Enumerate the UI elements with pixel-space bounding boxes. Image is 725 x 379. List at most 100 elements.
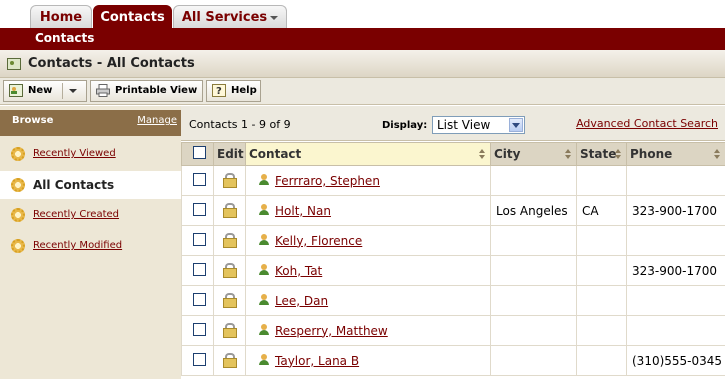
lock-icon[interactable] <box>223 202 237 218</box>
browse-label: Browse <box>12 115 54 126</box>
lock-icon[interactable] <box>223 292 237 308</box>
state-cell <box>576 285 627 316</box>
row-checkbox[interactable] <box>193 262 206 276</box>
contact-link[interactable]: Lee, Dan <box>275 294 328 308</box>
contact-link[interactable]: Ferrraro, Stephen <box>275 174 380 188</box>
record-count: Contacts 1 - 9 of 9 <box>189 118 291 131</box>
new-button-label: New <box>28 85 53 96</box>
select-all-checkbox[interactable] <box>193 146 206 159</box>
new-button[interactable]: New <box>3 80 87 102</box>
column-header-state[interactable]: State <box>576 142 627 166</box>
sidebar-item-recently-viewed[interactable]: Recently Viewed <box>0 140 181 168</box>
edit-cell <box>213 165 246 196</box>
select-all-header <box>181 142 214 166</box>
lock-icon[interactable] <box>223 322 237 338</box>
lock-icon[interactable] <box>223 172 237 188</box>
phone-cell: 323-900-1700 <box>626 195 725 226</box>
person-icon <box>259 203 269 216</box>
sidebar-header: Browse Manage <box>0 110 181 136</box>
sidebar: Browse Manage Recently Viewed All Contac… <box>0 106 181 379</box>
sub-navigation: Contacts <box>0 28 725 50</box>
city-cell <box>490 255 577 286</box>
view-select[interactable]: List View <box>432 116 525 134</box>
lock-icon[interactable] <box>223 232 237 248</box>
person-icon <box>259 233 269 246</box>
column-header-edit: Edit <box>213 142 246 166</box>
person-icon <box>259 353 269 366</box>
tab-contacts[interactable]: Contacts <box>93 5 172 28</box>
sort-icon <box>479 149 486 160</box>
manage-link[interactable]: Manage <box>137 115 177 126</box>
table-row: Holt, Nan Los Angeles CA 323-900-1700 <box>181 195 725 226</box>
row-checkbox[interactable] <box>193 202 206 216</box>
phone-cell: 323-900-1700 <box>626 255 725 286</box>
gear-icon <box>11 178 25 192</box>
tab-home-label: Home <box>39 10 83 25</box>
table-header-row: Edit Contact City State Phone <box>181 142 725 166</box>
edit-cell <box>213 255 246 286</box>
column-header-city[interactable]: City <box>490 142 577 166</box>
tab-home[interactable]: Home <box>30 5 92 28</box>
contact-link[interactable]: Koh, Tat <box>275 264 322 278</box>
row-checkbox[interactable] <box>193 172 206 186</box>
phone-cell <box>626 285 725 316</box>
gear-icon <box>11 147 25 161</box>
column-header-contact[interactable]: Contact <box>245 142 491 166</box>
sort-icon <box>565 149 572 160</box>
sidebar-item-label: Recently Modified <box>33 240 123 251</box>
sort-icon <box>615 149 622 160</box>
row-checkbox[interactable] <box>193 322 206 336</box>
lock-icon[interactable] <box>223 262 237 278</box>
sidebar-item-all-contacts[interactable]: All Contacts <box>0 171 181 199</box>
new-contact-icon <box>9 84 23 97</box>
contact-link[interactable]: Taylor, Lana B <box>275 354 359 368</box>
contacts-table: Edit Contact City State Phone Ferrraro, … <box>181 142 725 376</box>
tab-all-services[interactable]: All Services <box>173 5 287 28</box>
contact-link[interactable]: Resperry, Matthew <box>275 324 388 338</box>
row-checkbox[interactable] <box>193 352 206 366</box>
advanced-contact-search-link[interactable]: Advanced Contact Search <box>576 117 718 130</box>
contact-link[interactable]: Kelly, Florence <box>275 234 362 248</box>
tab-contacts-label: Contacts <box>100 10 165 25</box>
row-checkbox[interactable] <box>193 232 206 246</box>
state-cell <box>576 165 627 196</box>
display-label: Display: <box>382 120 428 131</box>
gear-icon <box>11 239 25 253</box>
state-cell <box>576 345 627 376</box>
help-button[interactable]: ? Help <box>206 80 261 102</box>
printer-icon <box>96 84 110 97</box>
chevron-down-icon[interactable] <box>69 89 77 93</box>
sidebar-item-recently-created[interactable]: Recently Created <box>0 201 181 229</box>
city-cell <box>490 165 577 196</box>
contact-cell: Resperry, Matthew <box>245 315 491 346</box>
help-button-label: Help <box>231 85 257 96</box>
sidebar-item-recently-modified[interactable]: Recently Modified <box>0 232 181 260</box>
contacts-card-icon <box>7 58 21 70</box>
row-select-cell <box>181 165 214 196</box>
chevron-down-icon[interactable] <box>509 118 523 132</box>
tab-all-services-label: All Services <box>181 10 268 25</box>
edit-cell <box>213 345 246 376</box>
table-row: Kelly, Florence <box>181 225 725 256</box>
edit-cell <box>213 315 246 346</box>
sidebar-item-label: All Contacts <box>33 178 115 192</box>
edit-cell <box>213 225 246 256</box>
city-cell <box>490 345 577 376</box>
row-checkbox[interactable] <box>193 292 206 306</box>
page-header: Contacts - All Contacts <box>0 50 725 78</box>
column-header-phone[interactable]: Phone <box>626 142 725 166</box>
state-cell <box>576 255 627 286</box>
city-cell <box>490 225 577 256</box>
state-cell <box>576 225 627 256</box>
contact-cell: Koh, Tat <box>245 255 491 286</box>
lock-icon[interactable] <box>223 352 237 368</box>
subnav-item-contacts[interactable]: Contacts <box>35 31 94 45</box>
row-select-cell <box>181 315 214 346</box>
printable-view-button[interactable]: Printable View <box>90 80 203 102</box>
edit-cell <box>213 285 246 316</box>
contact-link[interactable]: Holt, Nan <box>275 204 331 218</box>
printable-view-label: Printable View <box>115 85 198 96</box>
chevron-down-icon <box>270 15 279 20</box>
column-header-phone-label: Phone <box>630 147 673 161</box>
row-select-cell <box>181 255 214 286</box>
